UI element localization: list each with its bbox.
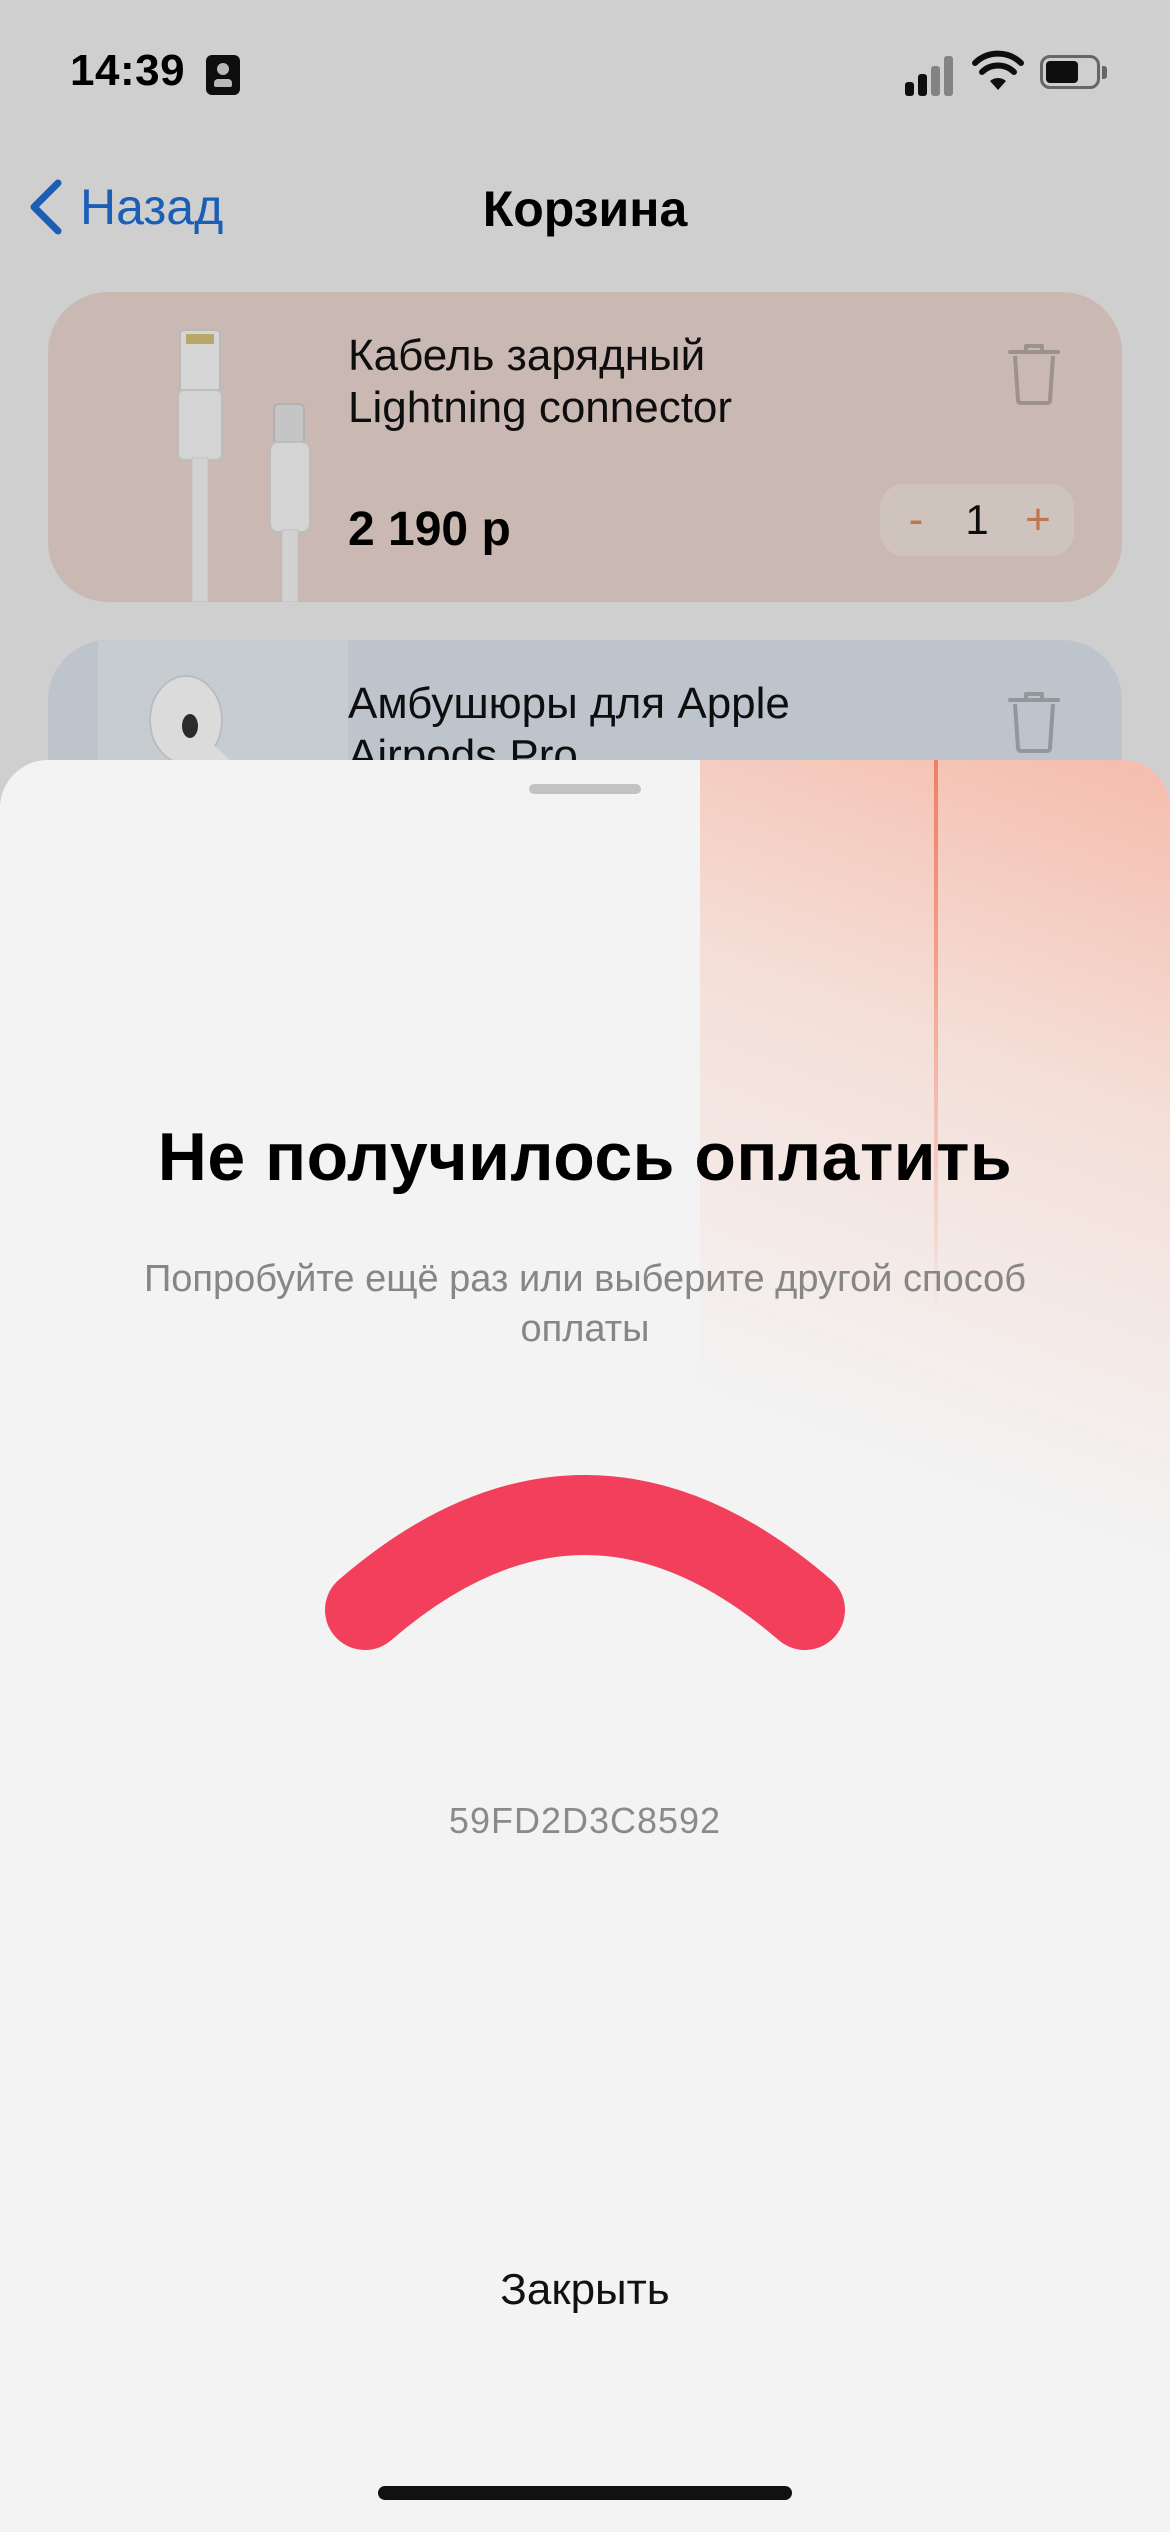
error-title: Не получилось оплатить	[157, 1119, 1013, 1195]
error-subtitle: Попробуйте ещё раз или выберите другой с…	[143, 1258, 1027, 1350]
decorative-line	[934, 760, 938, 1320]
transaction-id: 59FD2D3C8592	[448, 1800, 722, 1841]
sad-arc-icon	[325, 1475, 845, 1650]
close-button[interactable]: Закрыть	[385, 2250, 785, 2330]
sheet-grabber[interactable]	[529, 784, 641, 794]
home-indicator[interactable]	[378, 2486, 792, 2500]
payment-error-sheet: Не получилось оплатить Попробуйте ещё ра…	[0, 760, 1170, 2532]
